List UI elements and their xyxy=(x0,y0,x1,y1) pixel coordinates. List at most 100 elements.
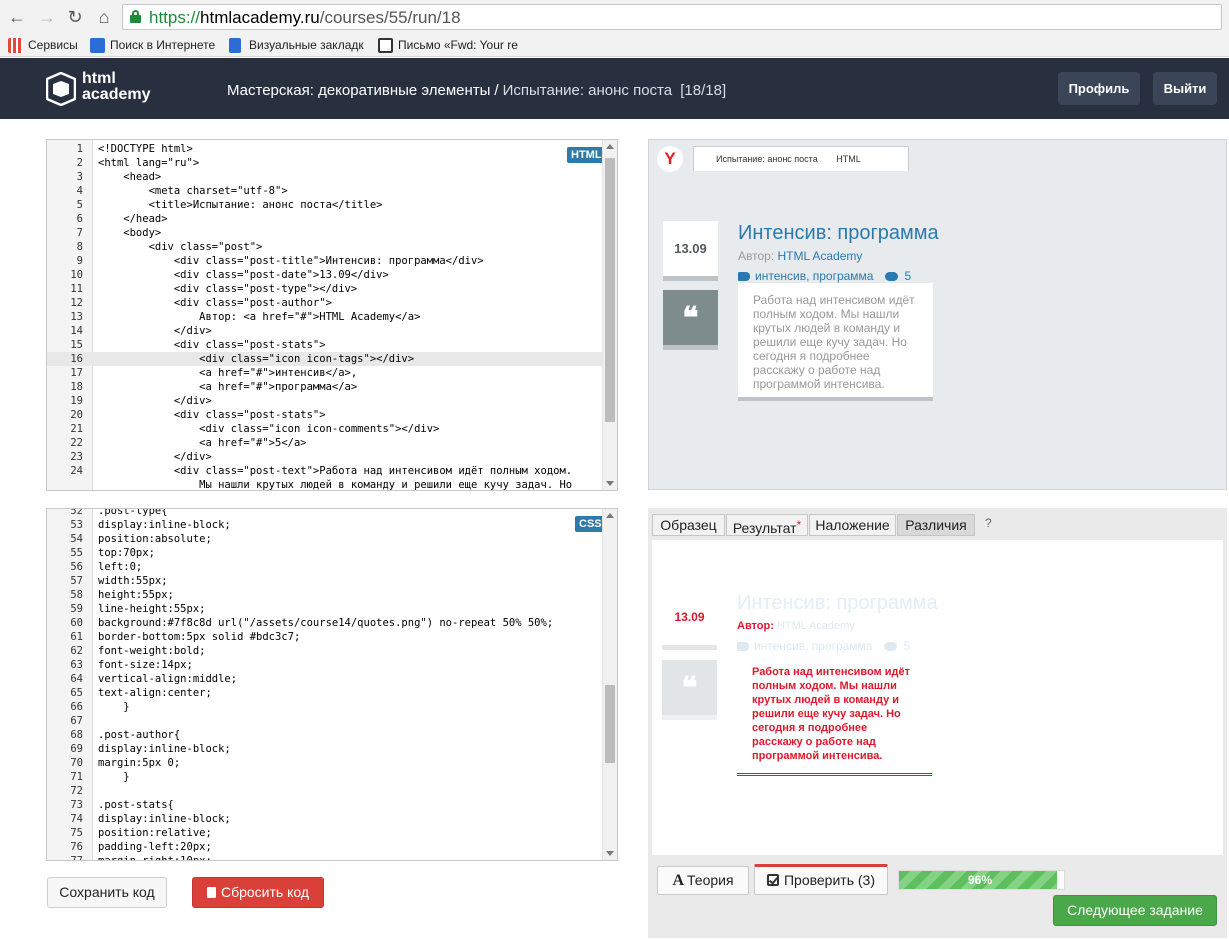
code-line[interactable]: 15 <div class="post-stats"> xyxy=(47,338,602,352)
code-line[interactable]: 53 display:inline-block; xyxy=(47,518,602,532)
code-text[interactable]: border-bottom:5px solid #bdc3c7; xyxy=(98,630,300,644)
save-code-button[interactable]: Сохранить код xyxy=(47,877,167,908)
code-line[interactable]: 2 <html lang="ru"> xyxy=(47,156,602,170)
code-line[interactable]: 69 display:inline-block; xyxy=(47,742,602,756)
tags-link[interactable]: интенсив, программа xyxy=(755,269,873,283)
scroll-thumb[interactable] xyxy=(605,685,615,763)
code-text[interactable]: </div> xyxy=(98,324,212,338)
css-editor[interactable]: 52 .post-type{53 display:inline-block; 54 po… xyxy=(46,508,618,861)
code-line[interactable]: 24 <div class="post-text">Работа над инт… xyxy=(47,464,602,478)
code-text[interactable]: <title>Испытание: анонс поста</title> xyxy=(98,198,383,212)
code-text[interactable]: </div> xyxy=(98,394,212,408)
code-text[interactable]: <a href="#">5</a> xyxy=(98,436,306,450)
code-line[interactable]: 75 position:relative; xyxy=(47,826,602,840)
code-line[interactable]: 56 left:0; xyxy=(47,560,602,574)
code-line[interactable]: 74 display:inline-block; xyxy=(47,812,602,826)
post-title[interactable]: Интенсив: программа xyxy=(738,222,939,245)
bookmark-mail[interactable]: Письмо «Fwd: Your re xyxy=(378,37,518,54)
scroll-thumb[interactable] xyxy=(605,158,615,422)
css-scrollbar[interactable] xyxy=(602,509,617,860)
code-text[interactable]: margin:5px 0; xyxy=(98,756,180,770)
tab-result[interactable]: Результат* xyxy=(726,514,808,536)
code-line[interactable]: 19 </div> xyxy=(47,394,602,408)
code-text[interactable]: top:70px; xyxy=(98,546,155,560)
code-line[interactable]: 11 <div class="post-type"></div> xyxy=(47,282,602,296)
code-text[interactable]: display:inline-block; xyxy=(98,742,231,756)
reload-icon[interactable]: ↻ xyxy=(64,6,86,28)
code-line[interactable]: 58 height:55px; xyxy=(47,588,602,602)
code-line[interactable]: 59 line-height:55px; xyxy=(47,602,602,616)
code-text[interactable]: .post-author{ xyxy=(98,728,180,742)
tab-overlay[interactable]: Наложение xyxy=(809,514,896,536)
logo-icon[interactable] xyxy=(46,72,76,106)
code-text[interactable]: <a href="#">программа</a> xyxy=(98,380,357,394)
code-line[interactable]: 5 <title>Испытание: анонс поста</title> xyxy=(47,198,602,212)
code-line[interactable]: 60 background:#7f8c8d url("/assets/course… xyxy=(47,616,602,630)
code-line[interactable]: 63 font-size:14px; xyxy=(47,658,602,672)
code-text[interactable]: .post-stats{ xyxy=(98,798,174,812)
code-text[interactable]: <div class="post-date">13.09</div> xyxy=(98,268,389,282)
code-line[interactable]: 64 vertical-align:middle; xyxy=(47,672,602,686)
code-line[interactable]: 57 width:55px; xyxy=(47,574,602,588)
code-text[interactable]: width:55px; xyxy=(98,574,168,588)
code-text[interactable]: background:#7f8c8d url("/assets/course14… xyxy=(98,616,553,630)
code-text[interactable]: } xyxy=(98,700,129,714)
code-line[interactable]: 6 </head> xyxy=(47,212,602,226)
code-text[interactable]: <div class="post-stats"> xyxy=(98,408,326,422)
code-text[interactable]: padding-left:20px; xyxy=(98,840,212,854)
code-line[interactable]: 76 padding-left:20px; xyxy=(47,840,602,854)
code-line[interactable]: 73 .post-stats{ xyxy=(47,798,602,812)
code-text[interactable]: Автор: <a href="#">HTML Academy</a> xyxy=(98,310,420,324)
code-text[interactable]: <a href="#">интенсив</a>, xyxy=(98,366,357,380)
back-icon[interactable]: ← xyxy=(6,6,28,28)
check-button[interactable]: Проверить (3) xyxy=(754,864,888,895)
code-line[interactable]: 23 </div> xyxy=(47,450,602,464)
forward-icon[interactable]: → xyxy=(36,6,58,28)
code-text[interactable]: text-align:center; xyxy=(98,686,212,700)
code-text[interactable]: <div class="post-author"> xyxy=(98,296,332,310)
code-text[interactable]: <!DOCTYPE html> xyxy=(98,142,193,156)
code-line[interactable]: 20 <div class="post-stats"> xyxy=(47,408,602,422)
html-editor[interactable]: 1 <!DOCTYPE html> 2 <html lang="ru"> 3 <head… xyxy=(46,139,618,491)
code-text[interactable]: Мы нашли крутых людей в команду и решили… xyxy=(98,478,572,490)
code-text[interactable]: .post-type{ xyxy=(98,509,168,518)
code-text[interactable]: position:absolute; xyxy=(98,532,212,546)
address-bar[interactable]: https://htmlacademy.ru/courses/55/run/18 xyxy=(122,4,1222,30)
code-line[interactable]: 17 <a href="#">интенсив</a>, xyxy=(47,366,602,380)
logo-text[interactable]: html academy xyxy=(82,71,151,103)
bookmark-visual[interactable]: Визуальные закладк xyxy=(229,37,364,54)
comments-link[interactable]: 5 xyxy=(904,269,911,283)
code-line[interactable]: 1 <!DOCTYPE html> xyxy=(47,142,602,156)
code-line[interactable]: 68 .post-author{ xyxy=(47,728,602,742)
code-line[interactable]: 55 top:70px; xyxy=(47,546,602,560)
code-line[interactable]: 10 <div class="post-date">13.09</div> xyxy=(47,268,602,282)
code-text[interactable]: <div class="icon icon-tags"></div> xyxy=(98,352,414,366)
code-line[interactable]: 71 } xyxy=(47,770,602,784)
code-line[interactable]: 54 position:absolute; xyxy=(47,532,602,546)
tab-sample[interactable]: Образец xyxy=(652,514,725,536)
reset-code-button[interactable]: Сбросить код xyxy=(192,877,324,908)
code-text[interactable]: font-weight:bold; xyxy=(98,644,205,658)
code-text[interactable]: left:0; xyxy=(98,560,142,574)
tab-diff[interactable]: Различия xyxy=(897,514,975,536)
code-line[interactable]: 18 <a href="#">программа</a> xyxy=(47,380,602,394)
code-line[interactable]: 67 xyxy=(47,714,602,728)
code-text[interactable]: position:relative; xyxy=(98,826,212,840)
scroll-up-icon[interactable] xyxy=(606,144,614,149)
code-line[interactable]: 8 <div class="post"> xyxy=(47,240,602,254)
code-line[interactable]: 52 .post-type{ xyxy=(47,509,602,518)
code-text[interactable]: margin-right:10px; xyxy=(98,854,212,860)
code-line[interactable]: 61 border-bottom:5px solid #bdc3c7; xyxy=(47,630,602,644)
code-line[interactable]: 70 margin:5px 0; xyxy=(47,756,602,770)
help-icon[interactable]: ? xyxy=(985,516,992,530)
code-line[interactable]: 16 <div class="icon icon-tags"></div> xyxy=(47,352,602,366)
code-line[interactable]: 14 </div> xyxy=(47,324,602,338)
code-text[interactable]: line-height:55px; xyxy=(98,602,205,616)
code-text[interactable]: height:55px; xyxy=(98,588,174,602)
code-line[interactable]: 12 <div class="post-author"> xyxy=(47,296,602,310)
code-text[interactable]: display:inline-block; xyxy=(98,812,231,826)
html-scrollbar[interactable] xyxy=(602,140,617,490)
code-text[interactable]: font-size:14px; xyxy=(98,658,193,672)
course-title[interactable]: Мастерская: декоративные элементы xyxy=(227,82,490,99)
code-text[interactable]: <div class="post-stats"> xyxy=(98,338,326,352)
